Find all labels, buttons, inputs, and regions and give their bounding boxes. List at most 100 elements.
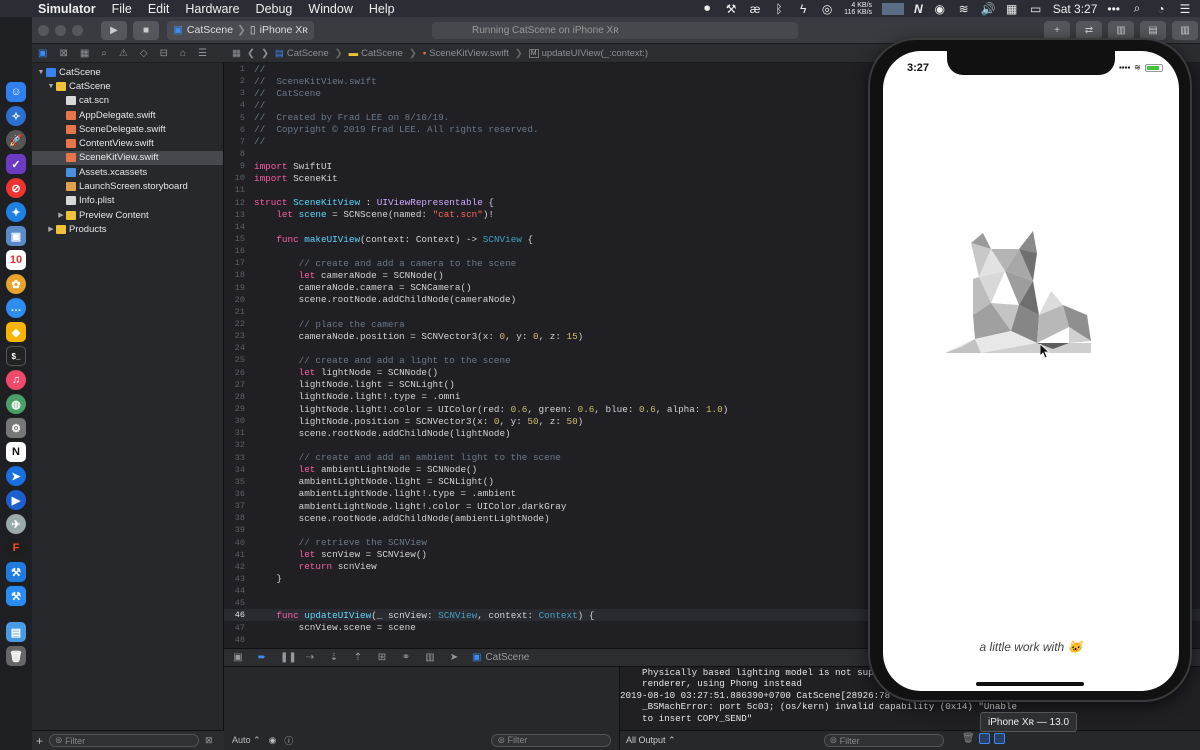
sketch-icon[interactable]: ◆	[6, 322, 26, 342]
figma-icon[interactable]: F	[6, 538, 26, 558]
system-preferences-icon[interactable]: ⚙	[6, 418, 26, 438]
navigator-item[interactable]: LaunchScreen.storyboard	[32, 179, 223, 193]
navigator-item[interactable]: ▼ CatScene	[32, 65, 223, 79]
user-icon[interactable]: ◔	[1154, 2, 1168, 16]
step-over-icon[interactable]: ⇢	[304, 652, 316, 663]
line-number[interactable]: 29	[224, 404, 254, 414]
menu-file[interactable]: File	[104, 2, 140, 16]
add-file-icon[interactable]: +	[36, 734, 43, 748]
disclosure-open-icon[interactable]: ▼	[36, 69, 46, 76]
auto-selector[interactable]: Auto ⌃	[232, 735, 261, 746]
variables-filter-input[interactable]: ⊜ Filter	[491, 733, 612, 747]
split-right-icon[interactable]	[993, 733, 1005, 744]
messages-icon[interactable]: …	[6, 298, 26, 318]
split-left-icon[interactable]	[978, 733, 990, 744]
flag-icon[interactable]: ▦	[1005, 2, 1019, 16]
line-number[interactable]: 22	[224, 319, 254, 329]
location-app-icon[interactable]: ➤	[6, 466, 26, 486]
line-number[interactable]: 11	[224, 185, 254, 195]
line-number[interactable]: 25	[224, 355, 254, 365]
back-arrow-icon[interactable]: ❮	[247, 48, 255, 59]
line-number[interactable]: 14	[224, 222, 254, 232]
test-navigator-icon[interactable]: ◇	[140, 48, 148, 59]
line-number[interactable]: 21	[224, 307, 254, 317]
menubar-clock[interactable]: Sat 3:27	[1053, 2, 1098, 16]
scheme-selector[interactable]: ▣ CatScene ❯ ▯ iPhone Xʀ	[167, 20, 314, 40]
disclosure-closed-icon[interactable]: ▶	[46, 225, 56, 233]
wifi-icon[interactable]: ≋	[957, 2, 971, 16]
simulate-location-icon[interactable]: ➤	[448, 652, 460, 663]
symbol-navigator-icon[interactable]: ▦	[80, 48, 89, 59]
line-number[interactable]: 43	[224, 574, 254, 584]
notion-icon[interactable]: N	[6, 442, 26, 462]
line-number[interactable]: 33	[224, 453, 254, 463]
line-number[interactable]: 27	[224, 380, 254, 390]
disclosure-closed-icon[interactable]: ▶	[56, 211, 66, 219]
breadcrumb-symbol[interactable]: MupdateUIView(_:context:)	[528, 48, 648, 59]
line-number[interactable]: 9	[224, 161, 254, 171]
bluetooth-icon[interactable]: ᛒ	[772, 2, 786, 16]
eye-icon[interactable]: ◉	[269, 735, 277, 746]
simulator-app-icon[interactable]: ✈	[6, 514, 26, 534]
line-number[interactable]: 44	[224, 586, 254, 596]
line-number[interactable]: 23	[224, 331, 254, 341]
activity-graph-icon[interactable]	[882, 2, 905, 15]
line-number[interactable]: 48	[224, 635, 254, 645]
line-number[interactable]: 5	[224, 113, 254, 123]
pause-icon[interactable]: ❚❚	[280, 652, 297, 663]
line-number[interactable]: 17	[224, 258, 254, 268]
line-number[interactable]: 30	[224, 416, 254, 426]
breadcrumb-folder[interactable]: ▬ CatScene	[349, 48, 403, 59]
window-minimize-button[interactable]	[55, 24, 66, 36]
terminal-icon[interactable]: $_	[6, 346, 26, 366]
navigator-item[interactable]: ▼ CatScene	[32, 79, 223, 93]
source-control-icon[interactable]: ⊠	[59, 48, 67, 59]
toggle-inspector-button[interactable]: ▥	[1172, 20, 1198, 40]
window-zoom-button[interactable]	[72, 24, 83, 36]
battery-icon[interactable]: ▭	[1029, 2, 1043, 16]
ring-icon[interactable]: ◎	[820, 2, 834, 16]
finder-icon[interactable]: ☺	[6, 82, 26, 102]
line-number[interactable]: 41	[224, 550, 254, 560]
disclosure-open-icon[interactable]: ▼	[46, 83, 56, 90]
environment-overrides-icon[interactable]: ▥	[424, 652, 436, 663]
spotlight-search-icon[interactable]: ⌕	[1130, 1, 1144, 16]
simulator-screen[interactable]: 3:27 ▪▪▪▪ ≋ a little work with 🐱	[883, 51, 1179, 691]
debug-navigator-icon[interactable]: ⊟	[160, 48, 168, 59]
blocked-app-icon[interactable]: ⊘	[6, 178, 26, 198]
line-number[interactable]: 13	[224, 210, 254, 220]
stop-button[interactable]: ■	[133, 20, 159, 40]
info-icon[interactable]: ⓘ	[284, 734, 293, 747]
preview-icon[interactable]: ▣	[6, 226, 26, 246]
toggle-debug-area-button[interactable]: ▤	[1140, 20, 1166, 40]
output-selector[interactable]: All Output ⌃	[626, 735, 676, 746]
line-number[interactable]: 20	[224, 295, 254, 305]
line-number[interactable]: 24	[224, 343, 254, 353]
menu-app-name[interactable]: Simulator	[30, 2, 104, 16]
line-number[interactable]: 45	[224, 598, 254, 608]
line-number[interactable]: 35	[224, 477, 254, 487]
compass-app-icon[interactable]: ✦	[6, 202, 26, 222]
line-number[interactable]: 4	[224, 100, 254, 110]
photos-icon[interactable]: ✿	[6, 274, 26, 294]
record-icon[interactable]: ⏺	[700, 1, 714, 16]
tools-icon[interactable]: ⚒	[724, 2, 738, 16]
debug-target[interactable]: ▣ CatScene	[472, 652, 529, 663]
xcode-icon[interactable]: ⚒	[6, 562, 26, 582]
forward-arrow-icon[interactable]: ❯	[261, 48, 269, 59]
line-number[interactable]: 16	[224, 246, 254, 256]
line-number[interactable]: 19	[224, 283, 254, 293]
console-filter-input[interactable]: ⊜ Filter	[823, 734, 944, 747]
recent-files-icon[interactable]: ⊠	[205, 735, 213, 746]
related-items-icon[interactable]: ▦	[232, 48, 241, 59]
line-number[interactable]: 1	[224, 64, 254, 74]
code-review-button[interactable]: ⇄	[1076, 20, 1102, 40]
line-number[interactable]: 12	[224, 198, 254, 208]
line-number[interactable]: 46	[224, 610, 254, 620]
breadcrumb-project[interactable]: ▤ CatScene	[275, 48, 329, 59]
project-navigator-icon[interactable]: ▣	[38, 48, 47, 59]
line-number[interactable]: 26	[224, 368, 254, 378]
line-number[interactable]: 34	[224, 465, 254, 475]
more-icon[interactable]: •••	[1107, 2, 1120, 16]
breakpoint-navigator-icon[interactable]: ⌂	[180, 48, 186, 59]
